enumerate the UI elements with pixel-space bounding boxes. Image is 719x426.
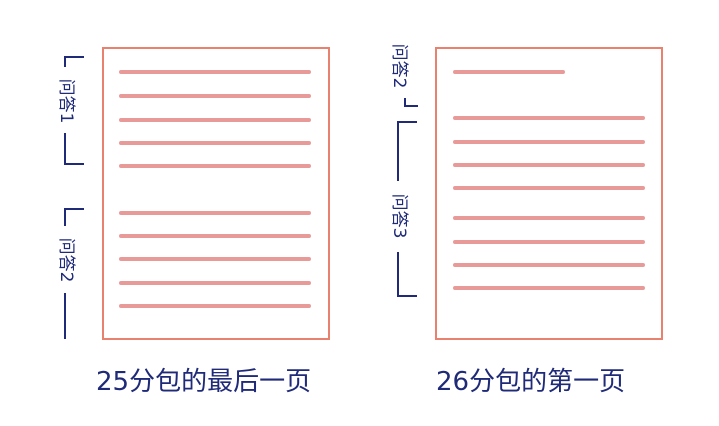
text-line (453, 216, 645, 220)
qa-label-right-bottom: 问答3 (389, 193, 409, 239)
text-line (119, 70, 311, 74)
qa-label-left-bottom: 问答2 (56, 237, 76, 283)
text-line (119, 164, 311, 168)
text-line (119, 257, 311, 261)
text-line (119, 304, 311, 308)
text-line (453, 140, 645, 144)
text-line (453, 286, 645, 290)
right-page-caption: 26分包的第一页 (436, 367, 626, 397)
text-line (453, 263, 645, 267)
text-line (119, 234, 311, 238)
text-line (119, 141, 311, 145)
qa-label-left-top: 问答1 (56, 78, 76, 124)
text-line (453, 116, 645, 120)
text-line (453, 70, 565, 74)
qa-label-right-top: 问答2 (389, 43, 409, 89)
text-line (119, 94, 311, 98)
text-line (453, 186, 645, 190)
text-line (119, 281, 311, 285)
left-page-caption: 25分包的最后一页 (96, 367, 312, 397)
text-line (119, 118, 311, 122)
text-line (453, 240, 645, 244)
text-line (119, 211, 311, 215)
text-line (453, 163, 645, 167)
left-page (102, 47, 330, 340)
right-page (435, 47, 663, 340)
diagram: 问答1 问答2 25分包的最后一页 问答2 问答3 26分包的第一页 (0, 0, 719, 426)
